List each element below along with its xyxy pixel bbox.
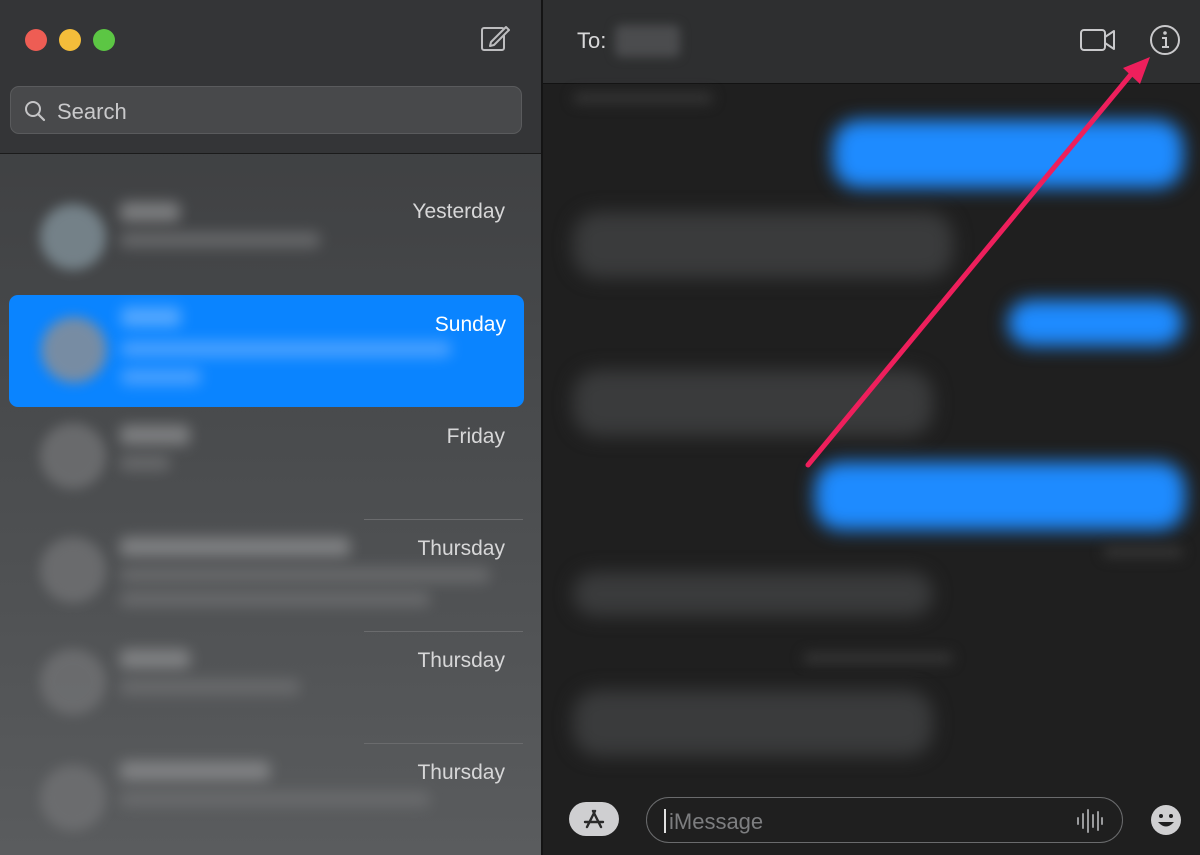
message-preview <box>120 679 300 695</box>
conversation-row[interactable]: Thursday <box>0 743 541 855</box>
compose-button[interactable] <box>478 22 512 56</box>
audio-message-button[interactable] <box>1075 808 1105 834</box>
message-preview <box>120 591 430 607</box>
text-caret <box>664 809 666 833</box>
info-icon <box>1150 25 1180 55</box>
message-preview <box>120 455 170 471</box>
video-camera-icon <box>1080 29 1115 51</box>
conversation-row[interactable]: Yesterday <box>0 182 541 294</box>
video-call-button[interactable] <box>1079 26 1117 54</box>
to-label: To: <box>577 28 607 53</box>
sidebar: Search Yesterday Sunday Friday Thursday … <box>0 0 541 855</box>
contact-name <box>120 537 350 557</box>
message-preview <box>121 341 451 357</box>
message-preview <box>120 567 490 583</box>
received-message <box>573 370 933 436</box>
sent-message <box>833 120 1183 188</box>
conversation-row[interactable]: Thursday <box>0 519 541 631</box>
contact-name <box>120 425 190 445</box>
zoom-button[interactable] <box>93 29 115 51</box>
audio-waveform-icon <box>1077 809 1103 833</box>
conversation-pane: To: iMessage <box>543 0 1200 855</box>
emoji-button[interactable] <box>1149 803 1183 837</box>
avatar <box>40 204 106 270</box>
conversation-row[interactable]: Thursday <box>0 631 541 743</box>
message-placeholder: iMessage <box>669 809 764 834</box>
avatar <box>40 537 106 603</box>
minimize-button[interactable] <box>59 29 81 51</box>
conversation-date: Thursday <box>417 649 505 672</box>
received-message <box>573 212 953 278</box>
timestamp <box>803 652 953 664</box>
contact-name <box>120 649 190 669</box>
conversation-date: Friday <box>446 425 505 448</box>
contact-name <box>121 307 181 327</box>
conversation-header: To: <box>543 0 1200 84</box>
app-store-icon <box>583 809 605 829</box>
avatar <box>40 765 106 831</box>
conversation-date: Sunday <box>434 313 506 336</box>
compose-icon <box>481 26 510 51</box>
search-icon <box>25 101 46 122</box>
message-preview <box>121 369 201 385</box>
apps-button[interactable] <box>569 802 619 836</box>
close-button[interactable] <box>25 29 47 51</box>
search-placeholder: Search <box>57 99 127 124</box>
conversation-date: Thursday <box>417 761 505 784</box>
contact-name <box>120 202 180 222</box>
delivery-status <box>1103 546 1183 558</box>
conversation-date: Yesterday <box>412 200 505 223</box>
conversation-date: Thursday <box>417 537 505 560</box>
message-input[interactable]: iMessage <box>646 797 1123 843</box>
received-message <box>573 690 933 756</box>
sent-message <box>1008 300 1183 346</box>
details-button[interactable] <box>1148 23 1182 57</box>
sidebar-toolbar: Search <box>0 0 541 154</box>
avatar <box>40 423 106 489</box>
conversation-row-selected[interactable]: Sunday <box>9 295 524 407</box>
recipient-name[interactable] <box>615 25 680 57</box>
received-message <box>573 572 933 616</box>
avatar <box>41 317 107 383</box>
emoji-icon <box>1151 805 1181 835</box>
search-field[interactable]: Search <box>10 86 522 134</box>
message-preview <box>120 791 430 807</box>
message-preview <box>120 232 320 248</box>
avatar <box>40 649 106 715</box>
messages-window: Search Yesterday Sunday Friday Thursday … <box>0 0 1200 855</box>
contact-name <box>120 761 270 781</box>
sent-message <box>815 462 1185 530</box>
conversation-row[interactable]: Friday <box>0 407 541 519</box>
timestamp <box>573 92 713 104</box>
